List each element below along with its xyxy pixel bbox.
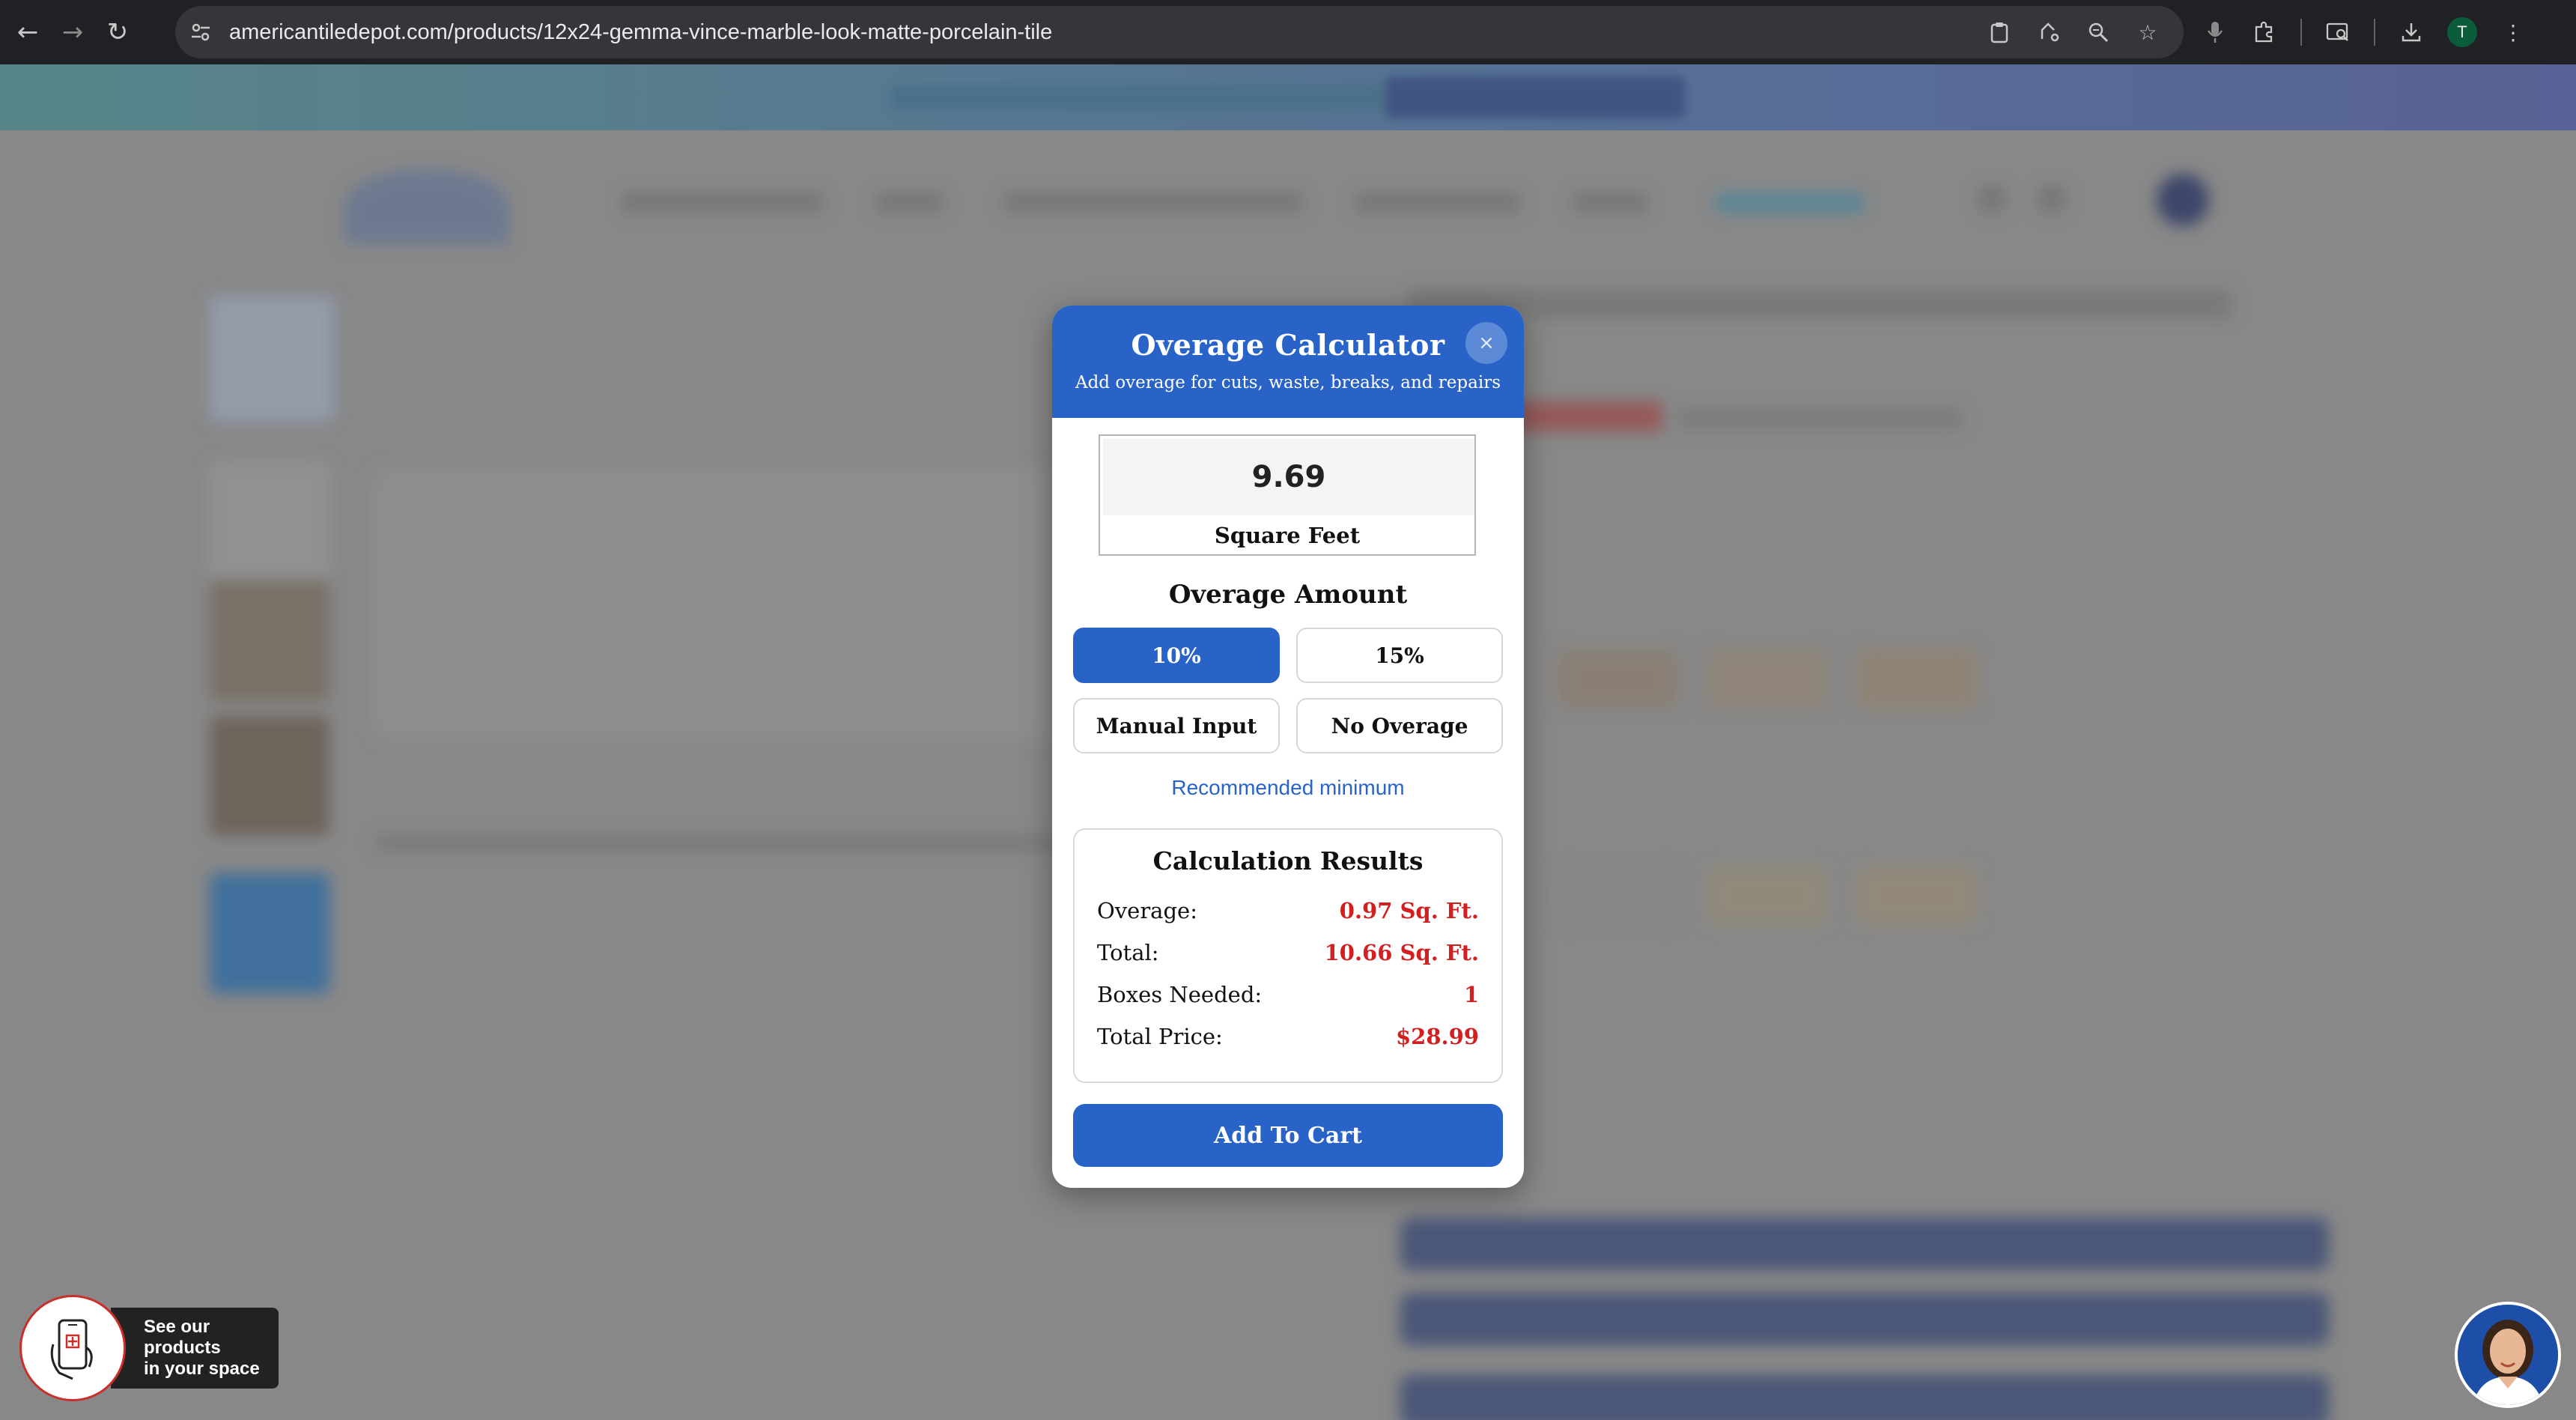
toolbar-divider: [2300, 19, 2302, 46]
zoom-icon[interactable]: [2085, 19, 2112, 46]
overage-calculator-modal: Overage Calculator Add overage for cuts,…: [1052, 306, 1524, 1188]
overage-section-title: Overage Amount: [1168, 580, 1408, 610]
download-icon[interactable]: [2398, 19, 2425, 46]
recommended-minimum-link[interactable]: Recommended minimum: [1052, 776, 1524, 800]
extensions-icon[interactable]: [2251, 19, 2278, 46]
result-row-boxes: Boxes Needed: 1: [1097, 980, 1479, 1010]
address-bar[interactable]: americantiledepot.com/products/12x24-gem…: [175, 6, 2184, 58]
modal-header: Overage Calculator Add overage for cuts,…: [1052, 306, 1524, 418]
clipboard-icon[interactable]: [1986, 19, 2013, 46]
result-value: 0.97 Sq. Ft.: [1339, 898, 1479, 923]
site-info-icon[interactable]: [186, 17, 216, 47]
area-input[interactable]: [1103, 439, 1474, 515]
manual-input-button[interactable]: Manual Input: [1073, 698, 1280, 753]
toolbar-divider: [2374, 19, 2375, 46]
result-row-price: Total Price: $28.99: [1097, 1022, 1479, 1052]
tab-search-icon[interactable]: [2324, 19, 2351, 46]
modal-title: Overage Calculator: [1131, 328, 1445, 362]
result-row-total: Total: 10.66 Sq. Ft.: [1097, 938, 1479, 968]
mic-icon[interactable]: [2202, 19, 2229, 46]
result-value: 1: [1463, 982, 1479, 1007]
star-icon[interactable]: ☆: [2134, 19, 2161, 46]
ar-preview-widget[interactable]: See our products in your space: [19, 1295, 279, 1401]
result-value: $28.99: [1396, 1024, 1479, 1049]
share-icon[interactable]: [2035, 19, 2062, 46]
result-label: Total Price:: [1097, 1024, 1223, 1049]
no-overage-button[interactable]: No Overage: [1296, 698, 1503, 753]
forward-icon[interactable]: →: [55, 15, 90, 49]
chat-assistant-avatar[interactable]: [2455, 1302, 2561, 1408]
option-15-percent-button[interactable]: 15%: [1296, 628, 1503, 683]
add-to-cart-button[interactable]: Add To Cart: [1073, 1104, 1503, 1167]
modal-subtitle: Add overage for cuts, waste, breaks, and…: [1075, 373, 1501, 392]
reload-icon[interactable]: ↻: [100, 15, 135, 49]
phone-ar-icon[interactable]: [19, 1295, 126, 1401]
option-10-percent-button[interactable]: 10%: [1073, 628, 1280, 683]
browser-toolbar: ← → ↻ americantiledepot.com/products/12x…: [0, 0, 2576, 64]
area-unit-label: Square Feet: [1214, 523, 1361, 548]
results-title: Calculation Results: [1152, 846, 1424, 876]
profile-avatar[interactable]: T: [2447, 17, 2477, 47]
ar-text-line2: in your space: [144, 1359, 260, 1379]
close-icon[interactable]: ×: [1465, 322, 1507, 364]
result-row-overage: Overage: 0.97 Sq. Ft.: [1097, 896, 1479, 926]
result-label: Total:: [1097, 940, 1159, 965]
ar-text-line1: See our products: [144, 1317, 221, 1358]
url-text[interactable]: americantiledepot.com/products/12x24-gem…: [229, 20, 1052, 45]
result-label: Boxes Needed:: [1097, 982, 1263, 1007]
menu-icon[interactable]: ⋮: [2500, 19, 2527, 46]
result-label: Overage:: [1097, 898, 1197, 923]
result-value: 10.66 Sq. Ft.: [1324, 940, 1479, 965]
calculation-results-panel: Calculation Results Overage: 0.97 Sq. Ft…: [1073, 828, 1503, 1083]
area-field: Square Feet: [1099, 434, 1476, 556]
ar-preview-label[interactable]: See our products in your space: [111, 1308, 279, 1389]
back-icon[interactable]: ←: [10, 15, 45, 49]
